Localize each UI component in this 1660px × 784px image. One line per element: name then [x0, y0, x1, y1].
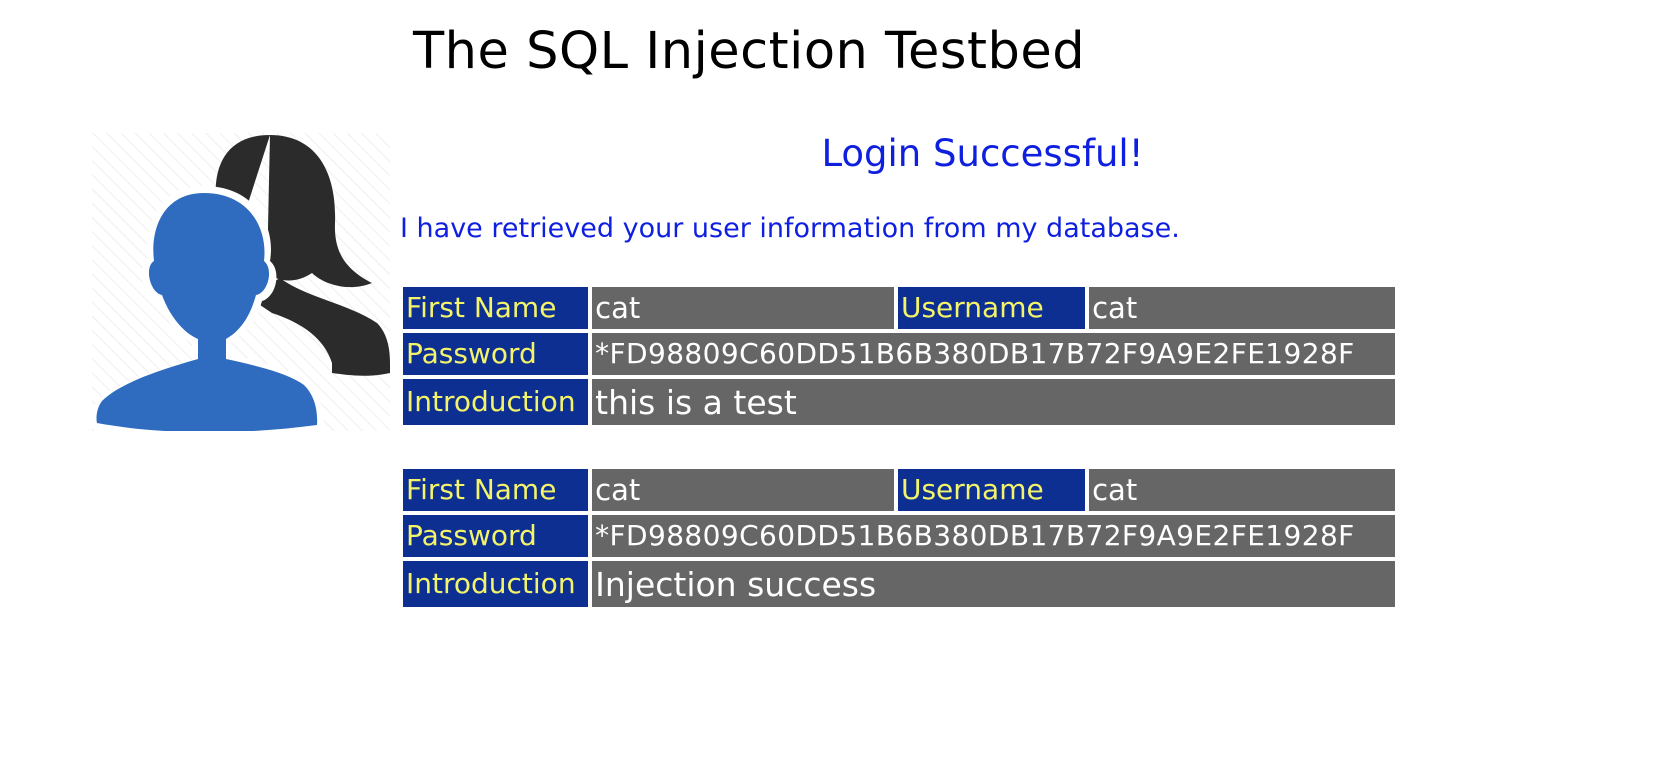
- table-row: Password *FD98809C60DD51B6B380DB17B72F9A…: [403, 333, 1395, 375]
- introduction-label: Introduction: [403, 561, 589, 607]
- login-status-heading: Login Successful!: [821, 132, 1144, 175]
- table-row: Introduction this is a test: [403, 379, 1395, 425]
- users-icon: [90, 133, 390, 440]
- username-label: Username: [897, 469, 1086, 511]
- retrieval-message: I have retrieved your user information f…: [400, 213, 1180, 244]
- username-value: cat: [1089, 287, 1395, 329]
- first-name-value: cat: [592, 287, 894, 329]
- username-value: cat: [1089, 469, 1395, 511]
- first-name-label: First Name: [403, 469, 589, 511]
- introduction-value: Injection success: [592, 561, 1395, 607]
- table-row: First Name cat Username cat: [403, 287, 1395, 329]
- first-name-label: First Name: [403, 287, 589, 329]
- introduction-value: this is a test: [592, 379, 1395, 425]
- user-record-table: First Name cat Username cat Password *FD…: [399, 465, 1399, 611]
- password-value: *FD98809C60DD51B6B380DB17B72F9A9E2FE1928…: [592, 333, 1395, 375]
- first-name-value: cat: [592, 469, 894, 511]
- table-row: Introduction Injection success: [403, 561, 1395, 607]
- password-label: Password: [403, 333, 589, 375]
- username-label: Username: [897, 287, 1086, 329]
- user-record-table: First Name cat Username cat Password *FD…: [399, 283, 1399, 429]
- table-row: First Name cat Username cat: [403, 469, 1395, 511]
- page: The SQL Injection Testbed Login Successf…: [0, 0, 1660, 784]
- introduction-label: Introduction: [403, 379, 589, 425]
- password-value: *FD98809C60DD51B6B380DB17B72F9A9E2FE1928…: [592, 515, 1395, 557]
- table-row: Password *FD98809C60DD51B6B380DB17B72F9A…: [403, 515, 1395, 557]
- page-title: The SQL Injection Testbed: [413, 22, 1086, 81]
- password-label: Password: [403, 515, 589, 557]
